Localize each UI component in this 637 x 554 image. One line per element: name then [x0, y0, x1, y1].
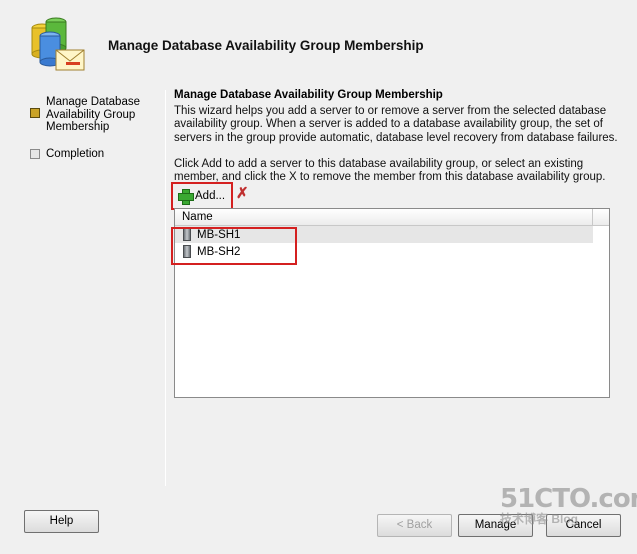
database-group-icon: [26, 14, 88, 76]
description-text: This wizard helps you add a server to or…: [174, 105, 618, 144]
membership-toolbar: Add... ✗: [174, 184, 294, 208]
watermark-main: 51CTO.com: [500, 484, 637, 514]
remove-x-icon[interactable]: ✗: [236, 186, 250, 201]
wizard-steps-nav: Manage Database Availability Group Membe…: [30, 96, 155, 174]
step-label: Manage Database Availability Group Membe…: [46, 96, 140, 133]
server-name: MB-SH1: [197, 228, 241, 241]
list-item[interactable]: MB-SH1: [175, 226, 593, 243]
help-button[interactable]: Help: [24, 510, 99, 533]
members-list[interactable]: Name MB-SH1 MB-SH2: [174, 208, 610, 398]
section-title: Manage Database Availability Group Membe…: [174, 89, 443, 101]
step-completion: Completion: [30, 148, 155, 161]
server-icon: [183, 228, 191, 241]
active-step-icon: [30, 108, 40, 118]
back-button[interactable]: < Back: [377, 514, 452, 537]
plus-icon: [178, 189, 194, 205]
manage-button[interactable]: Manage: [458, 514, 533, 537]
content-area: Manage Database Availability Group Membe…: [174, 89, 626, 184]
list-header: Name: [175, 209, 609, 226]
column-header-name[interactable]: Name: [175, 209, 593, 225]
step-label: Completion: [46, 147, 105, 160]
add-server-button[interactable]: Add...: [176, 186, 229, 206]
add-button-label: Add...: [195, 190, 226, 202]
instructions-text: Click Add to add a server to this databa…: [174, 157, 606, 184]
cancel-button[interactable]: Cancel: [546, 514, 621, 537]
pending-step-icon: [30, 148, 40, 159]
vertical-divider: [165, 90, 166, 486]
server-name: MB-SH2: [197, 245, 241, 258]
list-item[interactable]: MB-SH2: [175, 243, 593, 260]
step-manage-membership: Manage Database Availability Group Membe…: [30, 96, 155, 134]
wizard-title: Manage Database Availability Group Membe…: [108, 38, 424, 53]
server-icon: [183, 245, 191, 258]
